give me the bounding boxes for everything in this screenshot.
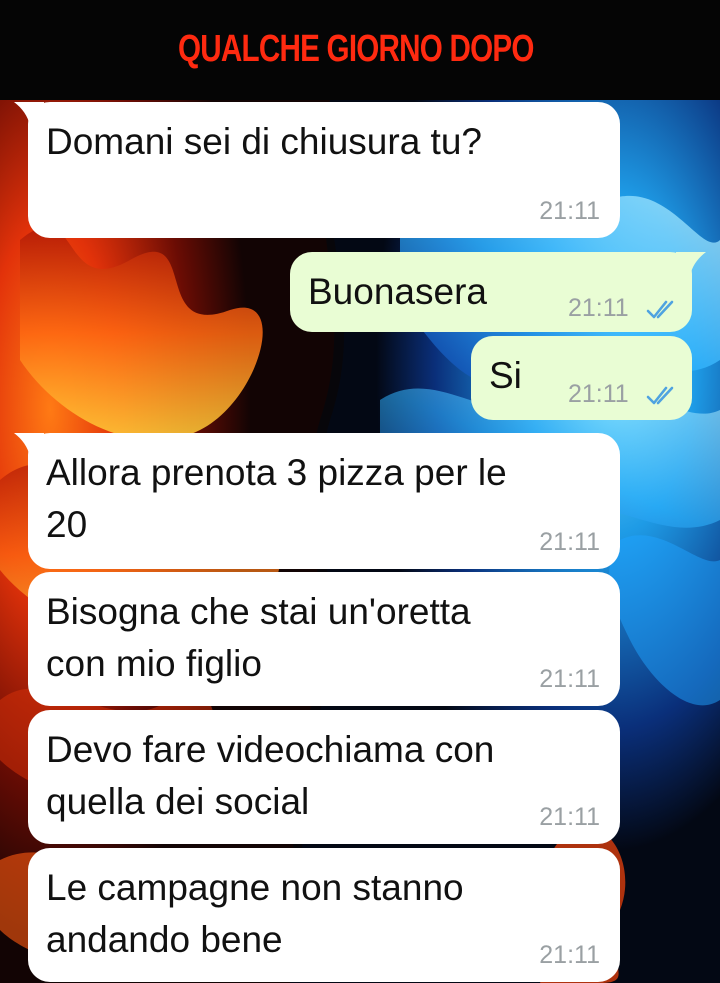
message-text: Allora prenota 3 pizza per le [46,452,507,493]
message-timestamp: 21:11 [539,665,600,693]
message-text-line2: andando bene [46,919,283,960]
message-bubble-outgoing[interactable]: Si 21:11 [471,336,692,420]
bubble-tail-icon [14,102,44,126]
message-text: Bisogna che stai un'oretta [46,591,471,632]
double-check-read-icon [646,386,674,405]
double-check-read-icon [646,300,674,319]
message-bubble-incoming[interactable]: Allora prenota 3 pizza per le 20 21:11 [14,433,620,569]
message-timestamp: 21:11 [568,380,629,408]
bubble-tail-icon [14,433,44,457]
message-timestamp: 21:11 [568,294,629,322]
message-bubble-incoming[interactable]: Devo fare videochiama con quella dei soc… [28,710,620,844]
message-timestamp: 21:11 [539,528,600,556]
message-bubble-outgoing[interactable]: Buonasera 21:11 [290,252,706,332]
message-text-line2: con mio figlio [46,643,262,684]
message-text: Le campagne non stanno [46,867,464,908]
bubble-tail-icon [676,252,706,276]
message-bubble-incoming[interactable]: Domani sei di chiusura tu? 21:11 [14,102,620,238]
message-text: Domani sei di chiusura tu? [46,121,482,162]
message-timestamp: 21:11 [539,197,600,225]
caption-title: QUALCHE GIORNO DOPO [178,28,534,70]
message-text-line2: quella dei social [46,781,310,822]
caption-banner: QUALCHE GIORNO DOPO [0,0,720,100]
message-bubble-incoming[interactable]: Bisogna che stai un'oretta con mio figli… [28,572,620,706]
message-bubble-incoming[interactable]: Le campagne non stanno andando bene 21:1… [28,848,620,982]
message-timestamp: 21:11 [539,803,600,831]
message-timestamp: 21:11 [539,941,600,969]
message-text: Devo fare videochiama con [46,729,495,770]
message-text: Buonasera [308,271,487,312]
message-text: Si [489,355,522,396]
message-text-line2: 20 [46,504,88,545]
